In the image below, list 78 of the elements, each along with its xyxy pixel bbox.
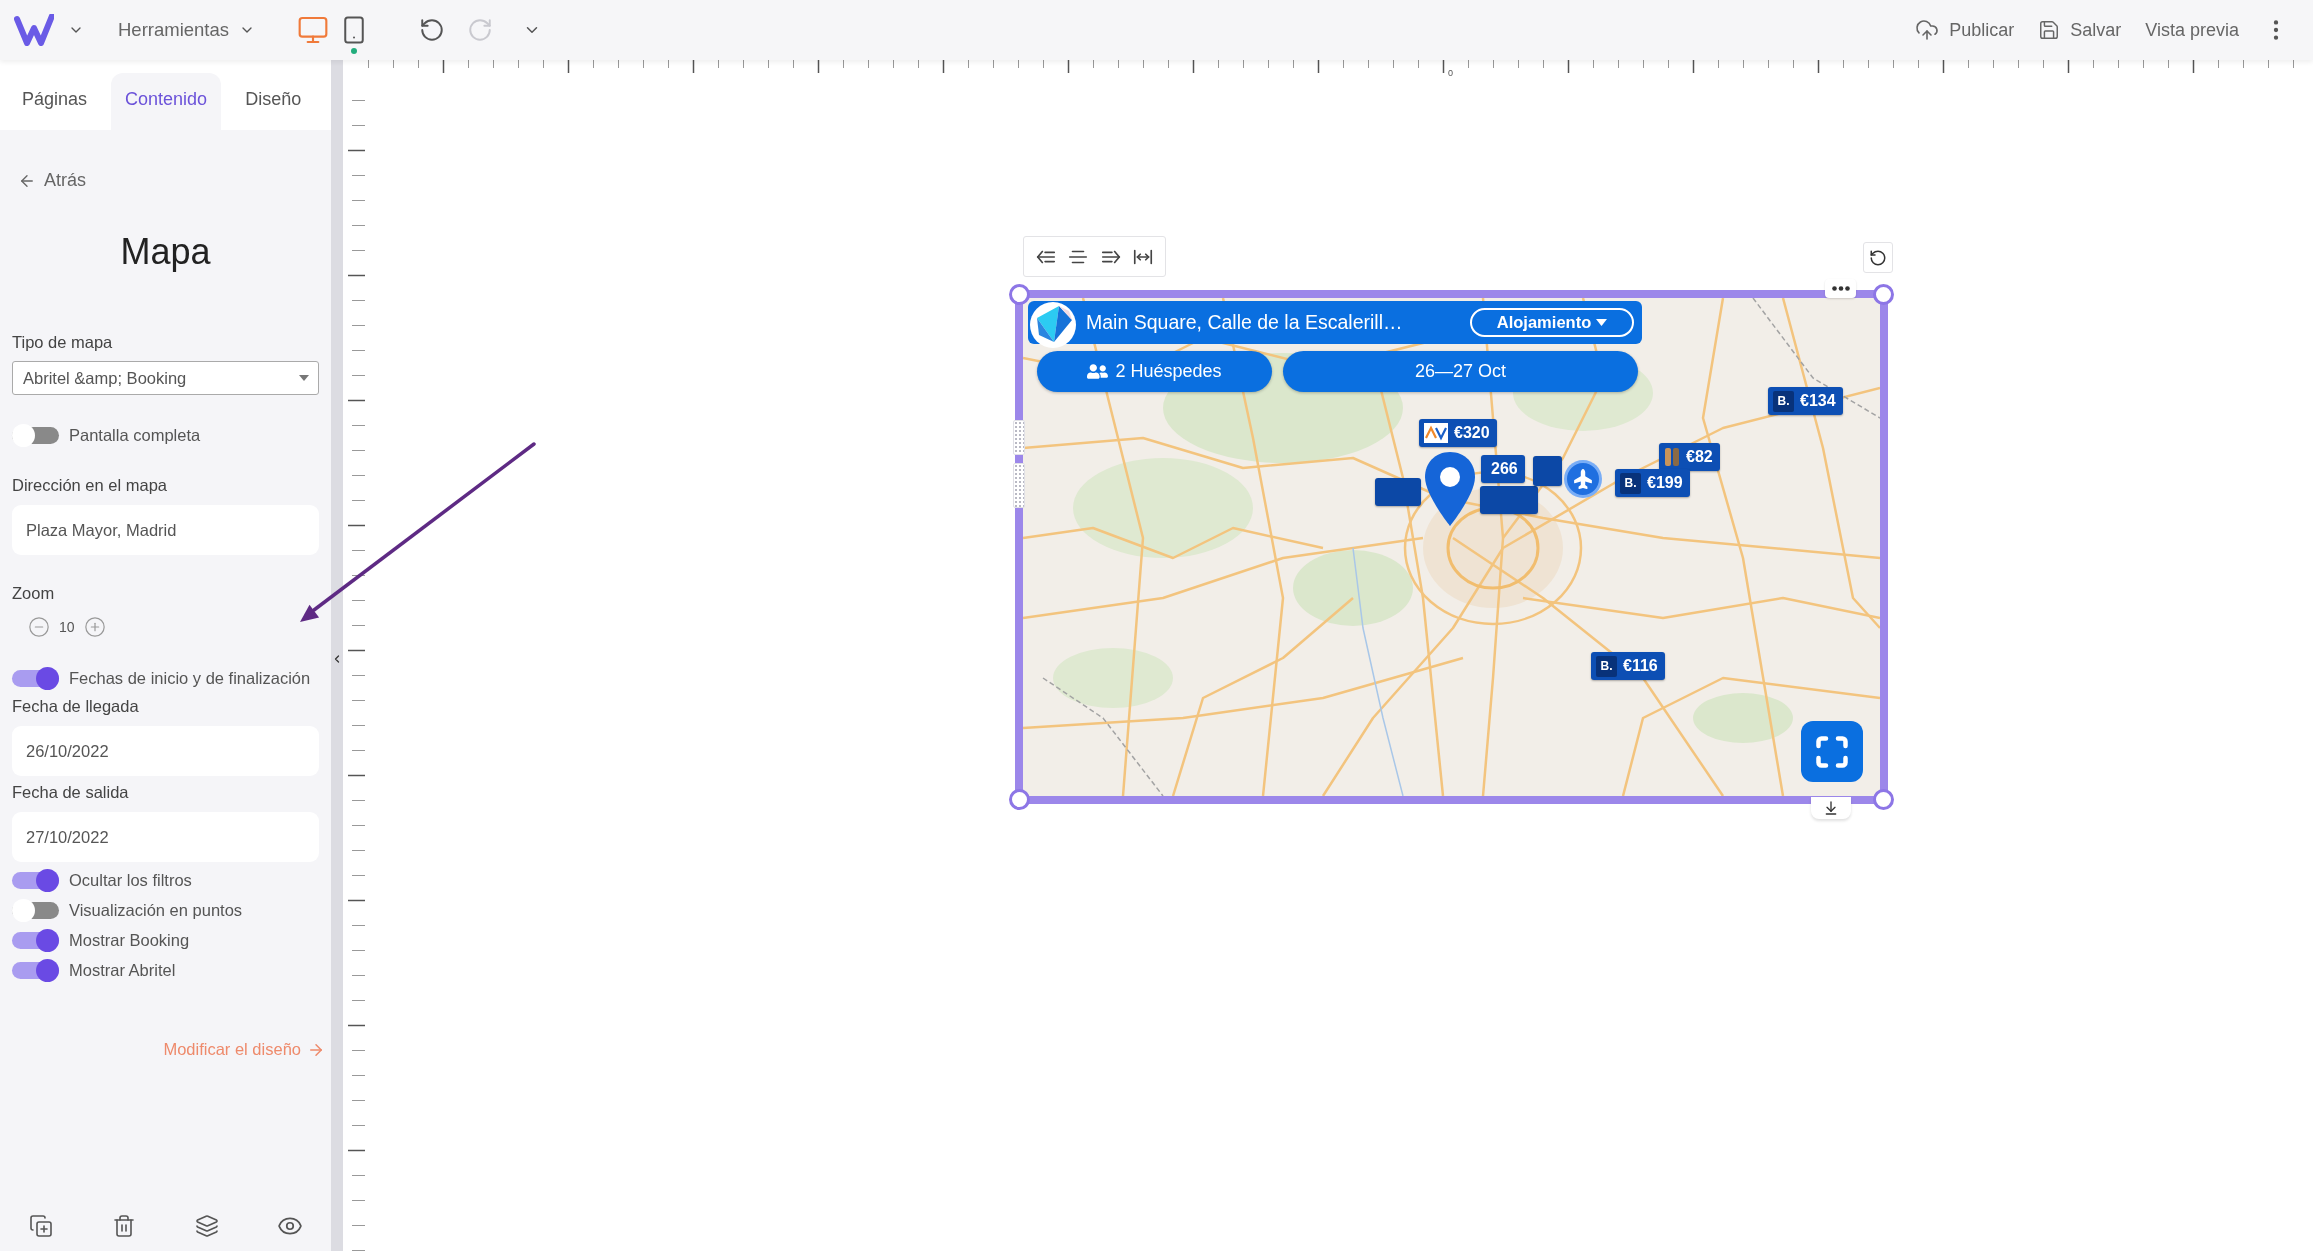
publish-button[interactable]: Publicar [1915,18,2015,42]
text-field[interactable]: 27/10/2022 [12,812,319,862]
sidebar-tab[interactable]: Diseño [231,73,316,130]
resize-handle[interactable] [1873,789,1894,810]
price-marker[interactable]: B. €199 [1615,469,1690,497]
field-label: Fecha de salida [12,783,129,802]
resize-handle[interactable] [1009,789,1030,810]
select-field[interactable]: Abritel &amp; Booking [12,361,319,395]
guests-button[interactable]: 2 Huéspedes [1037,351,1272,392]
users-icon [1087,361,1109,382]
letter-logo: B. [1773,390,1794,412]
chevron-logo-icon [1424,423,1448,443]
toggle-label: Mostrar Booking [69,931,190,950]
logo-icon[interactable] [14,14,54,46]
letter-logo: B. [1596,655,1617,677]
field-label: Dirección en el mapa [12,476,167,495]
tools-menu-button[interactable]: Herramientas [118,19,256,41]
resize-handle[interactable] [1009,284,1030,305]
resize-bottom-button[interactable] [1811,797,1851,819]
toggle-label: Fechas de inicio y de finalización [69,669,311,688]
layers-icon[interactable] [194,1214,219,1238]
field-label: Fecha de llegada [12,697,139,716]
toggle-switch[interactable] [12,667,59,690]
rotate-icon [1869,248,1887,267]
drag-handle[interactable] [1013,463,1025,508]
text-field[interactable]: Plaza Mayor, Madrid [12,505,319,555]
toggle-switch[interactable] [12,869,59,892]
panel-title: Mapa [120,231,211,273]
cloud-upload-icon [1915,18,1940,42]
fullscreen-button[interactable] [1801,721,1863,782]
destination-text[interactable]: Main Square, Calle de la Escalerill… [1086,311,1403,334]
toggle-label: Visualización en puntos [69,901,243,920]
trash-icon[interactable] [112,1214,137,1238]
caret-down-icon [299,375,309,381]
ruler-label: 0 [1448,68,1453,78]
price-marker[interactable]: B. €134 [1768,387,1843,415]
duplicate-icon[interactable] [29,1214,54,1238]
field-label: Tipo de mapa [12,333,113,352]
save-button[interactable]: Salvar [2038,19,2122,41]
toggle-label: Mostrar Abritel [69,961,176,980]
undo-icon[interactable] [419,17,446,43]
monitor-icon[interactable] [297,14,330,46]
price-marker[interactable]: 266 [1481,455,1525,483]
sidebar-tab[interactable]: Contenido [111,73,222,130]
toggle-switch[interactable] [12,899,59,922]
arrow-down-to-line-icon [1823,800,1839,816]
sidebar-tab[interactable]: Páginas [8,73,102,130]
more-icon [1831,286,1850,291]
preview-button[interactable]: Vista previa [2145,19,2239,41]
price-marker[interactable]: €320 [1419,419,1497,447]
toggle-switch[interactable] [12,929,59,952]
price-marker[interactable]: €82 [1659,443,1720,471]
toggle-label: Ocultar los filtros [69,871,192,890]
stacked-marker[interactable] [1480,486,1538,514]
plus-icon[interactable] [83,616,106,638]
reset-button[interactable] [1863,242,1893,273]
back-button[interactable]: Atrás [18,170,86,191]
category-dropdown[interactable]: Alojamiento [1470,308,1634,337]
toggle-switch[interactable] [12,424,59,447]
zoom-value: 10 [59,619,75,635]
location-pin-icon [1423,450,1477,528]
text-field[interactable]: 26/10/2022 [12,726,319,776]
stacked-marker[interactable] [1375,478,1421,506]
drag-handle[interactable] [1013,420,1025,455]
toggle-label: Pantalla completa [69,426,201,445]
minus-icon[interactable] [28,616,50,638]
toggle-switch[interactable] [12,959,59,982]
letter-logo: B. [1620,472,1641,494]
save-icon [2038,19,2061,41]
stacked-marker[interactable] [1533,456,1562,486]
price-marker[interactable]: B. €116 [1591,652,1665,680]
fullscreen-icon [1814,733,1850,770]
bars-logo-icon [1664,447,1680,467]
more-button[interactable] [1825,279,1856,298]
caret-down-icon [1596,319,1608,326]
resize-handle[interactable] [1873,284,1894,305]
field-label: Zoom [12,584,55,603]
dates-button[interactable]: 26—27 Oct [1283,351,1638,392]
